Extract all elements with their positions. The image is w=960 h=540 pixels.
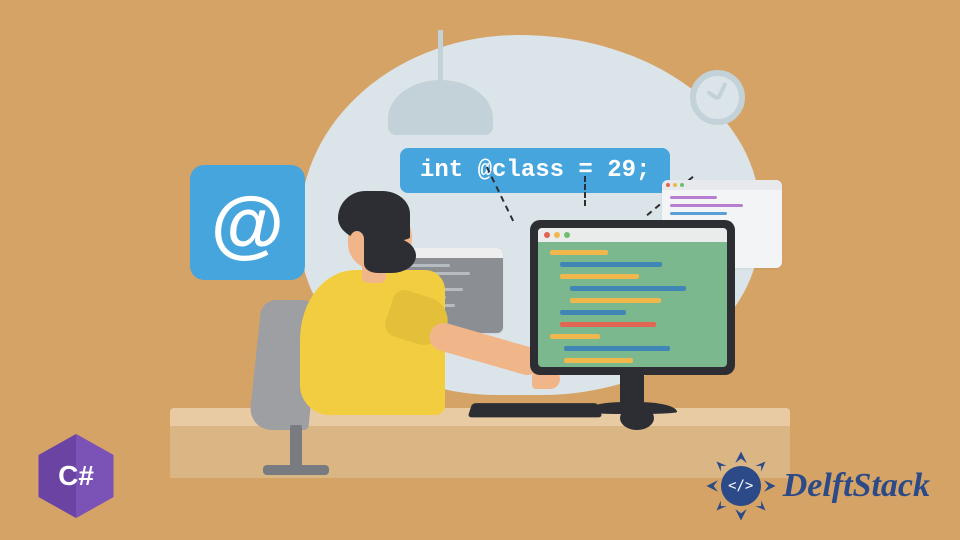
developer-person [300,185,560,485]
illustration-scene: @ int @class = 29; [170,30,790,510]
csharp-logo: C# [38,434,114,518]
at-symbol-icon: @ [211,180,284,266]
lamp-cord [438,30,443,85]
wall-clock-icon [690,70,745,125]
monitor [530,220,735,430]
csharp-logo-text: C# [58,460,94,492]
delftstack-emblem-icon: </> [705,450,777,522]
editor-code-lines [550,250,715,367]
delftstack-code-glyph: </> [721,466,761,506]
connector-line [584,176,586,206]
at-symbol-card: @ [190,165,305,280]
delftstack-logo: </> DelftStack [705,450,930,522]
delftstack-logo-text: DelftStack [783,467,930,505]
